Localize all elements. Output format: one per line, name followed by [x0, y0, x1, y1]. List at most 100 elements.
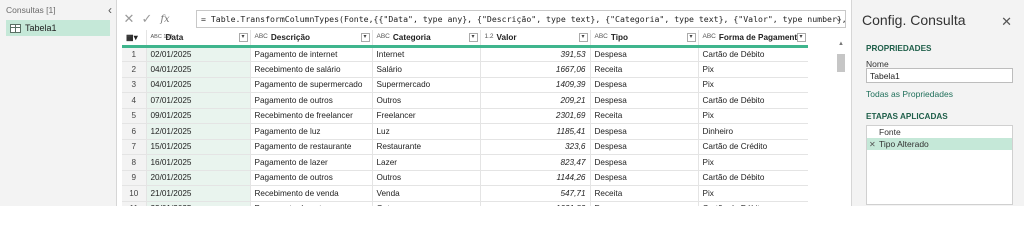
query-name-input[interactable]: Tabela1 [866, 68, 1013, 83]
cell-categoria[interactable]: Luz [372, 123, 481, 140]
cell-tipo[interactable]: Despesa [590, 46, 699, 62]
cell-categoria[interactable]: Freelancer [372, 108, 481, 124]
cell-categoria[interactable]: Outros [372, 170, 481, 186]
chevron-down-icon[interactable]: ⌄ [836, 13, 841, 23]
cell-valor[interactable]: 1144,26 [480, 170, 591, 186]
table-row[interactable]: 6 12/01/2025 Pagamento de luz Luz 1185,41 Des… [122, 123, 808, 140]
close-icon[interactable]: ✕ [1001, 14, 1012, 30]
cell-valor[interactable]: 1031,82 [480, 201, 591, 206]
chevron-left-icon[interactable]: ‹ [108, 4, 112, 16]
cell-descricao[interactable]: Pagamento de lazer [250, 154, 373, 171]
type-any-icon[interactable]: ABC 123 [151, 34, 173, 40]
row-number[interactable]: 4 [122, 92, 147, 109]
column-header-descricao[interactable]: ABC Descrição ▾ [250, 30, 373, 48]
cell-forma-pagamento[interactable]: Cartão de Débito [698, 170, 808, 186]
cell-valor[interactable]: 547,71 [480, 185, 591, 202]
table-row[interactable]: 3 04/01/2025 Pagamento de supermercado Supe… [122, 77, 808, 93]
cell-forma-pagamento[interactable]: Cartão de Débito [698, 201, 808, 206]
column-header-data[interactable]: ABC 123 Data ▾ [146, 30, 251, 48]
table-menu-icon[interactable]: ▦▾ [122, 30, 147, 48]
row-number[interactable]: 7 [122, 139, 147, 155]
cell-descricao[interactable]: Pagamento de luz [250, 123, 373, 140]
fx-label[interactable]: fx [156, 14, 174, 25]
cell-tipo[interactable]: Despesa [590, 123, 699, 140]
cell-valor[interactable]: 1667,06 [480, 61, 591, 78]
checkmark-icon[interactable]: ✓ [138, 10, 156, 28]
filter-dropdown-icon[interactable]: ▾ [360, 33, 370, 42]
cell-descricao[interactable]: Recebimento de salário [250, 61, 373, 78]
table-row[interactable]: 1123/01/2025Pagamento de outrosOutros103… [122, 201, 808, 206]
table-row[interactable]: 7 15/01/2025 Pagamento de restaurante Resta… [122, 139, 808, 155]
cell-tipo[interactable]: Despesa [590, 77, 699, 93]
cell-tipo[interactable]: Receita [590, 108, 699, 124]
column-header-categoria[interactable]: ABC Categoria ▾ [372, 30, 481, 48]
cell-data[interactable]: 04/01/2025 [146, 61, 251, 78]
cell-valor[interactable]: 1409,39 [480, 77, 591, 93]
cell-tipo[interactable]: Despesa [590, 170, 699, 186]
cell-tipo[interactable]: Receita [590, 61, 699, 78]
cell-data[interactable]: 12/01/2025 [146, 123, 251, 140]
cell-descricao[interactable]: Pagamento de internet [250, 46, 373, 62]
cell-data[interactable]: 23/01/2025 [146, 201, 251, 206]
type-text-icon[interactable]: ABC [703, 34, 716, 41]
cell-categoria[interactable]: Internet [372, 46, 481, 62]
cell-categoria[interactable]: Lazer [372, 154, 481, 171]
cell-forma-pagamento[interactable]: Dinheiro [698, 123, 808, 140]
cell-forma-pagamento[interactable]: Cartão de Débito [698, 92, 808, 109]
cell-data[interactable]: 21/01/2025 [146, 185, 251, 202]
cell-valor[interactable]: 391,53 [480, 46, 591, 62]
row-number[interactable]: 3 [122, 77, 147, 93]
column-header-forma-pagamento[interactable]: ABC Forma de Pagamento ▾ [698, 30, 808, 48]
table-row[interactable]: 9 20/01/2025 Pagamento de outros Outros 1144… [122, 170, 808, 186]
cell-valor[interactable]: 1185,41 [480, 123, 591, 140]
formula-input[interactable]: = Table.TransformColumnTypes(Fonte,{{"Da… [196, 10, 846, 28]
filter-dropdown-icon[interactable]: ▾ [686, 33, 696, 42]
table-row[interactable]: 8 16/01/2025 Pagamento de lazer Lazer 823,47… [122, 154, 808, 171]
cell-data[interactable]: 16/01/2025 [146, 154, 251, 171]
column-header-valor[interactable]: 1.2 Valor ▾ [480, 30, 591, 48]
type-text-icon[interactable]: ABC [377, 34, 390, 41]
table-row[interactable]: 1 02/01/2025 Pagamento de internet Internet… [122, 46, 808, 62]
type-number-icon[interactable]: 1.2 [485, 34, 494, 41]
row-number[interactable]: 1 [122, 46, 147, 62]
row-number[interactable]: 2 [122, 61, 147, 78]
cell-categoria[interactable]: Salário [372, 61, 481, 78]
cell-descricao[interactable]: Pagamento de supermercado [250, 77, 373, 93]
cell-descricao[interactable]: Recebimento de venda [250, 185, 373, 202]
cell-valor[interactable]: 209,21 [480, 92, 591, 109]
column-header-tipo[interactable]: ABC Tipo ▾ [590, 30, 699, 48]
cell-descricao[interactable]: Pagamento de restaurante [250, 139, 373, 155]
type-text-icon[interactable]: ABC [255, 34, 268, 41]
cell-data[interactable]: 07/01/2025 [146, 92, 251, 109]
filter-dropdown-icon[interactable]: ▾ [468, 33, 478, 42]
cell-forma-pagamento[interactable]: Pix [698, 154, 808, 171]
vertical-scrollbar[interactable]: ▲ [836, 41, 846, 204]
row-number[interactable]: 10 [122, 185, 147, 202]
row-number[interactable]: 11 [122, 201, 147, 206]
all-properties-link[interactable]: Todas as Propriedades [866, 89, 953, 99]
close-icon[interactable]: ✕ [120, 10, 138, 28]
cell-categoria[interactable]: Restaurante [372, 139, 481, 155]
cell-categoria[interactable]: Venda [372, 185, 481, 202]
cell-forma-pagamento[interactable]: Pix [698, 185, 808, 202]
cell-descricao[interactable]: Pagamento de outros [250, 92, 373, 109]
cell-descricao[interactable]: Pagamento de outros [250, 170, 373, 186]
table-row[interactable]: 2 04/01/2025 Recebimento de salário Salário… [122, 61, 808, 78]
table-row[interactable]: 4 07/01/2025 Pagamento de outros Outros 209,… [122, 92, 808, 109]
table-row[interactable]: 10 21/01/2025 Recebimento de venda Venda 547… [122, 185, 808, 202]
cell-forma-pagamento[interactable]: Pix [698, 108, 808, 124]
cell-tipo[interactable]: Despesa [590, 92, 699, 109]
cell-data[interactable]: 04/01/2025 [146, 77, 251, 93]
cell-valor[interactable]: 323,6 [480, 139, 591, 155]
cell-descricao[interactable]: Pagamento de outros [250, 201, 373, 206]
cell-forma-pagamento[interactable]: Pix [698, 61, 808, 78]
filter-dropdown-icon[interactable]: ▾ [578, 33, 588, 42]
cell-categoria[interactable]: Outros [372, 201, 481, 206]
type-text-icon[interactable]: ABC [595, 34, 608, 41]
query-item-tabela1[interactable]: Tabela1 [6, 20, 110, 36]
row-number[interactable]: 5 [122, 108, 147, 124]
cell-data[interactable]: 09/01/2025 [146, 108, 251, 124]
applied-step-tipo-alterado[interactable]: ✕ Tipo Alterado [867, 138, 1012, 150]
cell-tipo[interactable]: Despesa [590, 139, 699, 155]
applied-step-fonte[interactable]: Fonte [867, 126, 1012, 138]
